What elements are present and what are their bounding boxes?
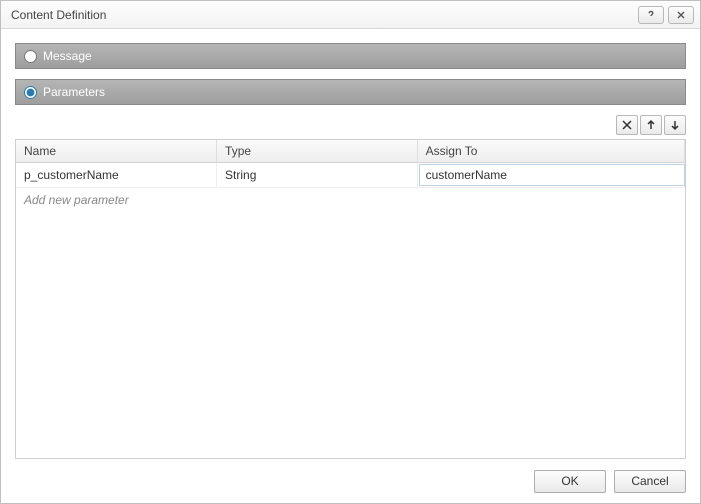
col-name[interactable]: Name (16, 140, 217, 163)
delete-row-button[interactable] (616, 115, 638, 135)
option-message[interactable]: Message (15, 43, 686, 69)
x-icon (621, 119, 633, 131)
cell-name[interactable]: p_customerName (16, 165, 216, 185)
table-row[interactable]: p_customerName String (16, 163, 685, 188)
move-down-button[interactable] (664, 115, 686, 135)
option-message-label: Message (43, 49, 92, 63)
col-assign[interactable]: Assign To (417, 140, 684, 163)
parameters-grid: Name Type Assign To p_customerName Strin… (15, 139, 686, 459)
col-type[interactable]: Type (217, 140, 418, 163)
option-message-radio[interactable] (24, 50, 37, 63)
dialog-footer: OK Cancel (1, 459, 700, 503)
content-definition-dialog: Content Definition Message Parameters (0, 0, 701, 504)
dialog-content: Message Parameters (1, 29, 700, 459)
arrow-down-icon (669, 119, 681, 131)
close-icon (675, 9, 687, 21)
titlebar: Content Definition (1, 1, 700, 29)
arrow-up-icon (645, 119, 657, 131)
grid-header-row: Name Type Assign To (16, 140, 685, 163)
cell-assign-input[interactable] (419, 164, 685, 186)
option-parameters[interactable]: Parameters (15, 79, 686, 105)
option-parameters-label: Parameters (43, 85, 105, 99)
add-row-placeholder: Add new parameter (16, 190, 685, 210)
help-icon (645, 9, 657, 21)
add-row[interactable]: Add new parameter (16, 188, 685, 212)
dialog-title: Content Definition (11, 8, 638, 22)
close-button[interactable] (668, 6, 694, 24)
cell-type[interactable]: String (217, 165, 417, 185)
ok-button[interactable]: OK (534, 470, 606, 493)
help-button[interactable] (638, 6, 664, 24)
grid-toolbar (15, 115, 686, 135)
option-parameters-radio[interactable] (24, 86, 37, 99)
titlebar-buttons (638, 6, 694, 24)
cancel-button[interactable]: Cancel (614, 470, 686, 493)
move-up-button[interactable] (640, 115, 662, 135)
